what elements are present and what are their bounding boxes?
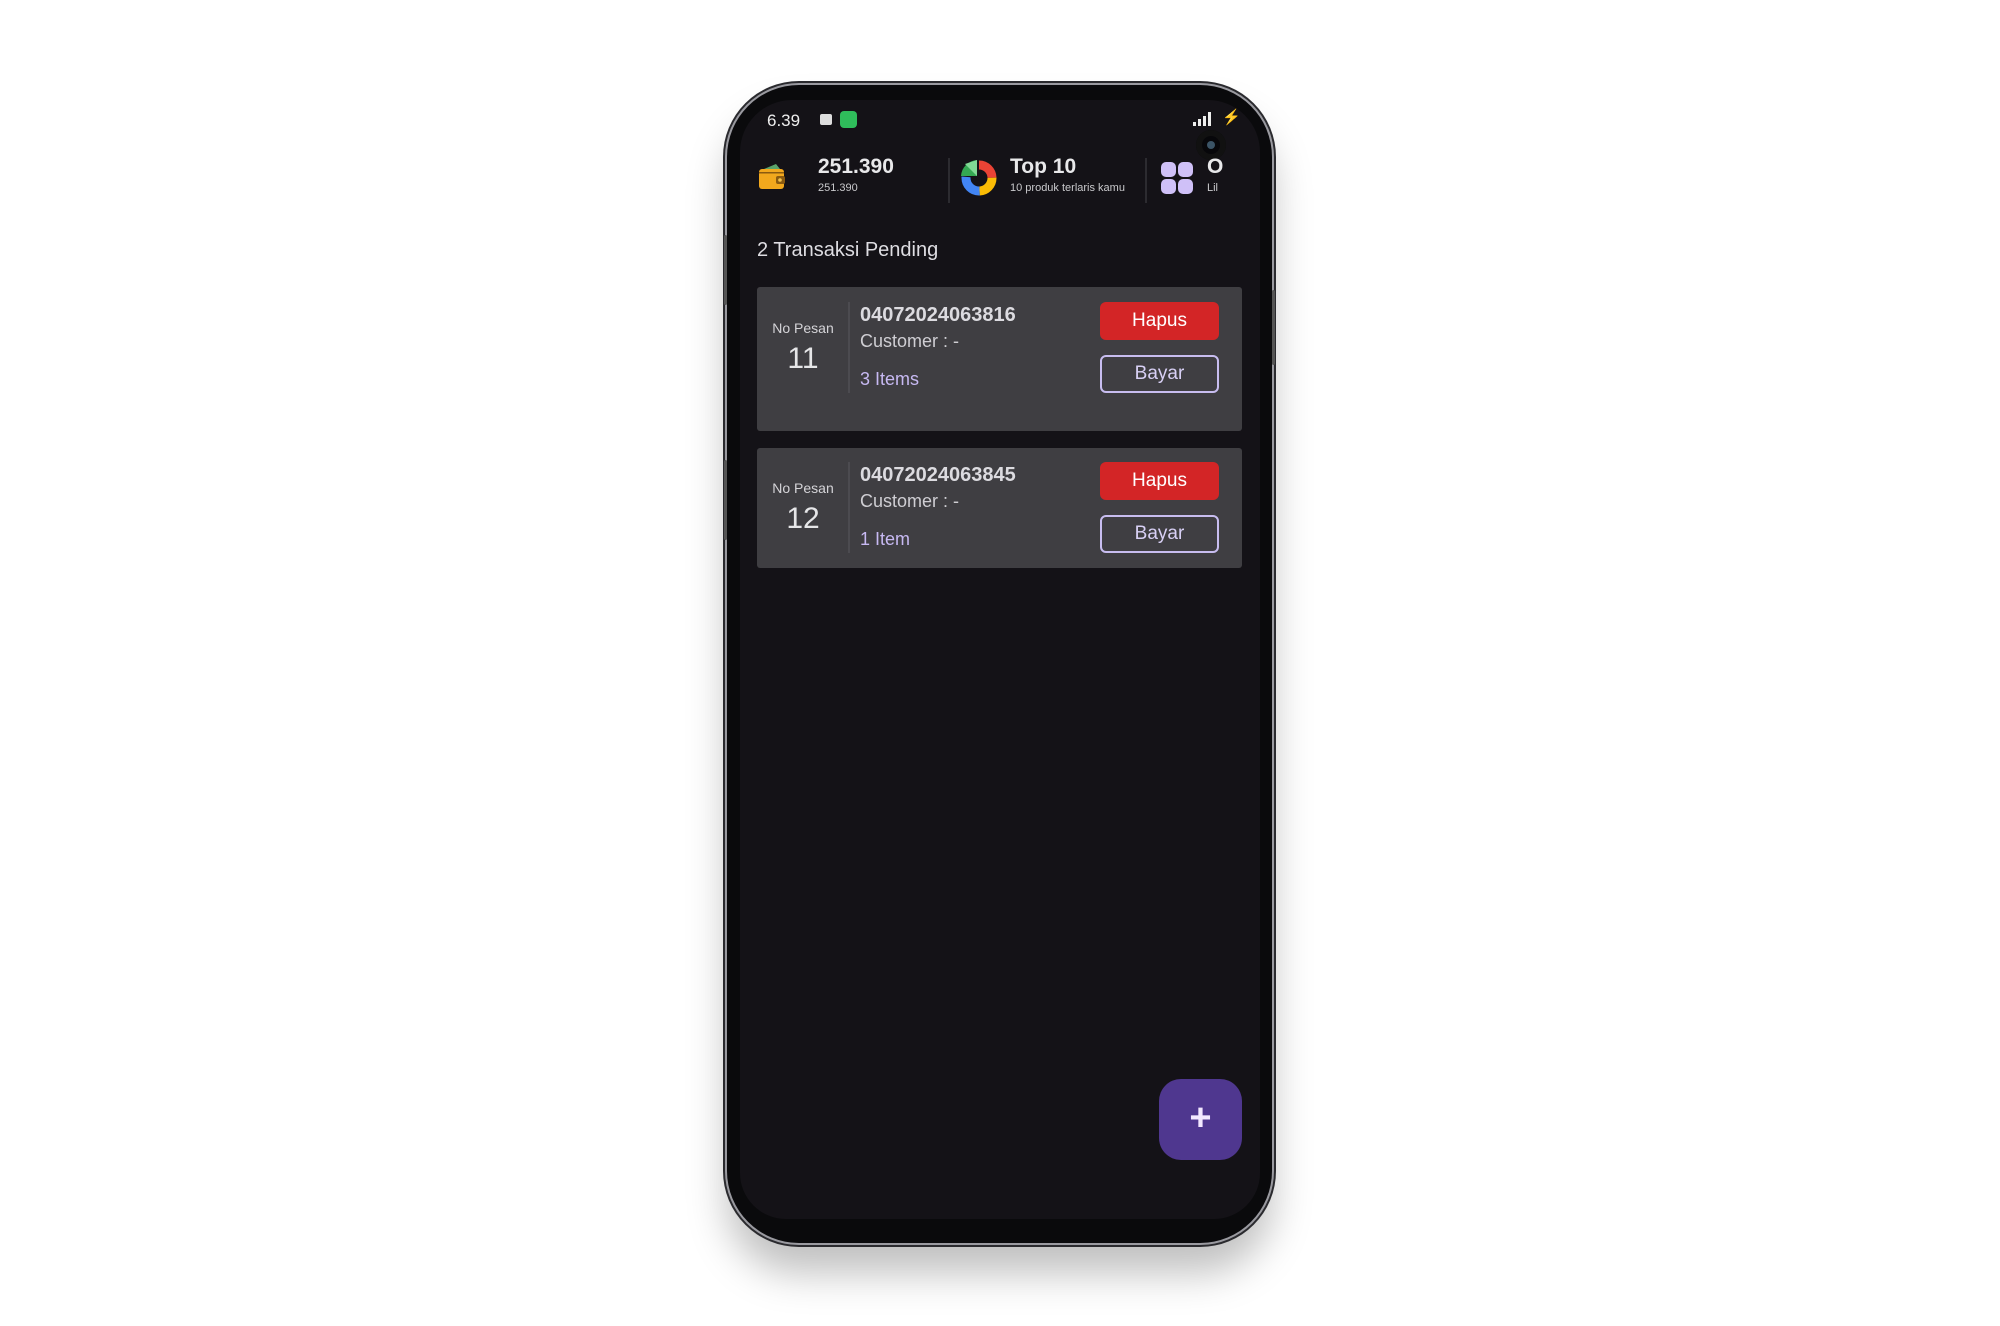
more-stat[interactable]: O Lil — [1207, 155, 1260, 194]
pending-title: 2 Transaksi Pending — [757, 239, 939, 261]
balance-value: 251.390 — [818, 155, 894, 178]
more-sub: Lil — [1207, 182, 1219, 194]
items-count[interactable]: 1 Item — [860, 529, 910, 550]
order-label: No Pesan — [772, 480, 834, 496]
more-title: O — [1207, 155, 1224, 178]
volume-button — [724, 235, 727, 305]
status-time: 6.39 — [767, 111, 801, 130]
order-number: 11 — [787, 342, 819, 375]
wallet-icon — [758, 163, 786, 189]
top10-sub: 10 produk terlaris kamu — [1010, 182, 1125, 194]
shield-icon — [840, 111, 857, 128]
order-id: 04072024063816 — [860, 304, 1016, 326]
delete-button[interactable]: Hapus — [1100, 302, 1219, 340]
plus-icon: + — [1189, 1097, 1212, 1139]
order-label: No Pesan — [772, 320, 834, 336]
add-transaction-button[interactable]: + — [1159, 1079, 1242, 1160]
app-screen: 6.39 ⚡ 251.390 251.390 Top 10 10 produk … — [740, 100, 1260, 1219]
divider — [848, 302, 850, 393]
signal-icon — [1193, 112, 1211, 126]
pay-button[interactable]: Bayar — [1100, 355, 1219, 393]
customer: Customer : - — [860, 331, 960, 351]
transaction-card[interactable]: No Pesan 11 04072024063816 Customer : - … — [757, 287, 1242, 431]
order-id: 04072024063845 — [860, 464, 1016, 486]
top10-title: Top 10 — [1010, 155, 1077, 178]
customer: Customer : - — [860, 491, 960, 511]
balance-stat[interactable]: 251.390 251.390 — [818, 155, 894, 194]
grid-icon — [1161, 162, 1193, 194]
divider — [948, 158, 950, 203]
balance-sub: 251.390 — [818, 182, 858, 194]
top10-stat[interactable]: Top 10 10 produk terlaris kamu — [1010, 155, 1125, 194]
delete-button[interactable]: Hapus — [1100, 462, 1219, 500]
charging-icon: ⚡ — [1222, 109, 1241, 126]
header-stats: 251.390 251.390 Top 10 10 produk terlari… — [740, 155, 1260, 210]
pie-chart-icon — [961, 160, 997, 196]
items-count[interactable]: 3 Items — [860, 369, 919, 390]
order-number: 12 — [786, 502, 820, 535]
lock-icon — [820, 114, 832, 125]
power-button — [1272, 290, 1275, 365]
bixby-button — [724, 460, 727, 540]
pay-button[interactable]: Bayar — [1100, 515, 1219, 553]
divider — [848, 462, 850, 553]
divider — [1145, 158, 1147, 203]
transaction-card[interactable]: No Pesan 12 04072024063845 Customer : - … — [757, 448, 1242, 568]
